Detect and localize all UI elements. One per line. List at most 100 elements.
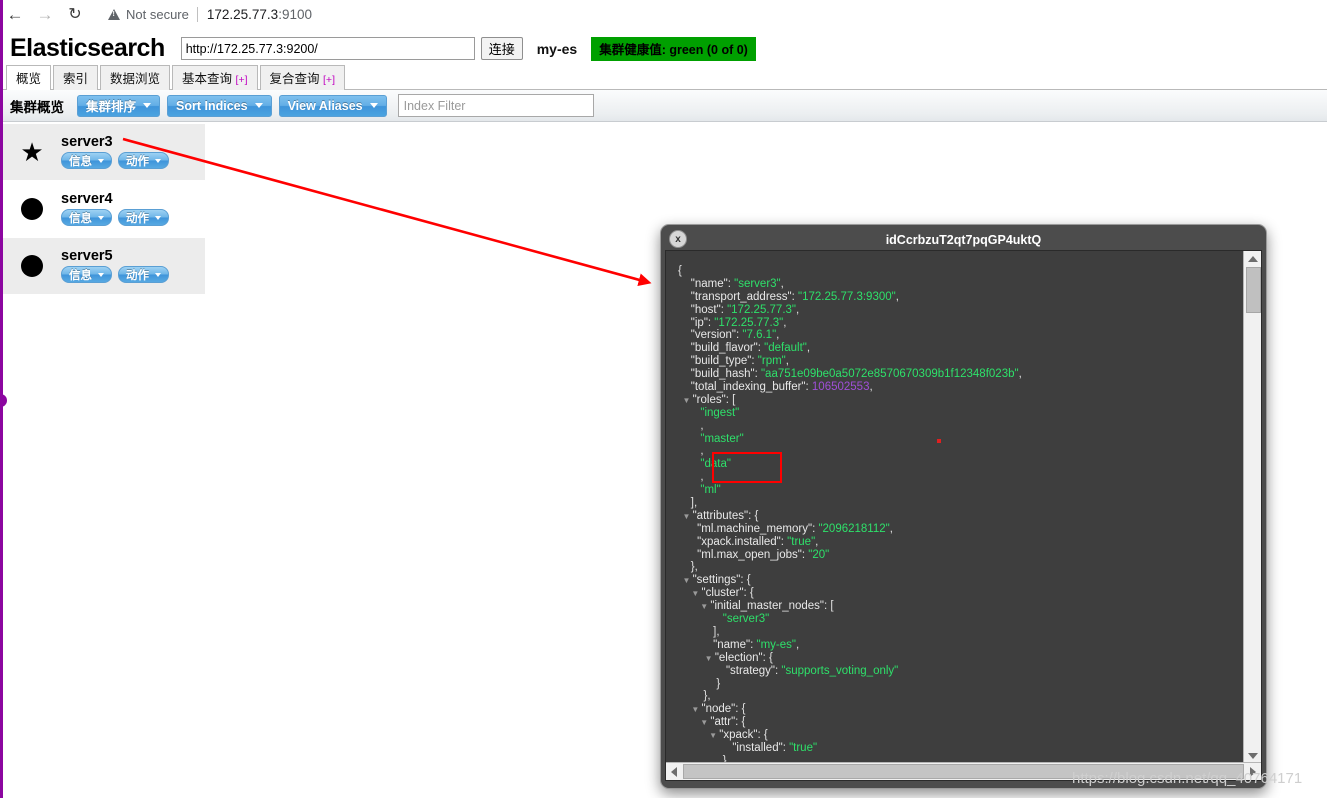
json-key: "ml.max_open_jobs": [697, 548, 802, 561]
scroll-up-button[interactable]: [1244, 251, 1261, 266]
node-name-label: server3: [61, 133, 113, 150]
connect-button[interactable]: 连接: [480, 37, 523, 60]
vertical-scroll-thumb[interactable]: [1246, 267, 1261, 313]
dialog-horizontal-scrollbar[interactable]: [666, 762, 1261, 780]
json-collapse-toggle-icon[interactable]: ▼: [678, 396, 693, 405]
json-punctuation: [678, 639, 713, 651]
json-line: "server3": [678, 613, 1244, 626]
node-actions: 信息 动作: [61, 152, 169, 170]
reload-icon: ↻: [68, 5, 82, 23]
json-key: "settings": [692, 574, 741, 587]
json-key: "election": [714, 651, 763, 664]
scroll-right-button[interactable]: [1245, 763, 1261, 780]
json-string-value: "my-es": [756, 638, 796, 651]
json-punctuation: },: [678, 561, 698, 574]
json-collapse-toggle-icon[interactable]: ▼: [678, 602, 710, 611]
json-viewer: { "name": "server3", "transport_address"…: [666, 251, 1244, 763]
circle-icon: [21, 198, 43, 220]
json-string-value: "master": [700, 432, 744, 445]
json-punctuation: : {: [735, 716, 746, 729]
node-row-server3[interactable]: ★ server3 信息 动作: [3, 124, 205, 181]
node-info-button[interactable]: 信息: [61, 266, 112, 284]
json-collapse-toggle-icon[interactable]: ▼: [678, 731, 719, 740]
sort-cluster-button[interactable]: 集群排序: [77, 94, 161, 117]
node-row-server5[interactable]: server5 信息 动作: [3, 238, 205, 295]
json-collapse-toggle-icon[interactable]: ▼: [678, 576, 693, 585]
json-line: "version": "7.6.1",: [678, 329, 1244, 342]
view-aliases-button[interactable]: View Aliases: [278, 94, 387, 117]
sort-indices-button[interactable]: Sort Indices: [167, 94, 272, 117]
json-line: "name": "server3",: [678, 278, 1244, 291]
tab-basic-query-expand-icon[interactable]: [+]: [236, 74, 248, 86]
forward-button[interactable]: →: [30, 0, 60, 29]
json-string-value: "default": [764, 342, 807, 355]
back-button[interactable]: ←: [0, 0, 30, 29]
json-line: "data": [678, 458, 1244, 471]
json-line: "installed": "true": [678, 742, 1244, 755]
tab-composite-query-expand-icon[interactable]: [+]: [323, 74, 335, 86]
json-punctuation: }: [678, 677, 721, 690]
node-info-label: 信息: [69, 212, 92, 225]
json-line: "xpack.installed": "true",: [678, 536, 1244, 549]
cluster-url-input[interactable]: [180, 37, 475, 60]
reload-button[interactable]: ↻: [60, 0, 90, 29]
tab-indices[interactable]: 索引: [53, 65, 99, 90]
json-collapse-toggle-icon[interactable]: ▼: [678, 589, 701, 598]
chevron-down-icon: [254, 103, 263, 108]
chevron-down-icon: [98, 272, 104, 277]
chevron-down-icon: [155, 215, 161, 220]
json-string-value: "server3": [722, 613, 770, 626]
close-icon[interactable]: x: [669, 230, 687, 248]
json-line: }: [678, 678, 1244, 691]
chevron-down-icon: [98, 215, 104, 220]
json-collapse-toggle-icon[interactable]: ▼: [678, 705, 701, 714]
node-action-button[interactable]: 动作: [118, 266, 169, 284]
json-key: "total_indexing_buffer": [690, 381, 806, 394]
scroll-down-button[interactable]: [1244, 748, 1261, 763]
json-string-value: "server3": [734, 277, 781, 290]
json-line: "transport_address": "172.25.77.3:9300",: [678, 291, 1244, 304]
json-punctuation: [678, 407, 700, 419]
node-action-button[interactable]: 动作: [118, 152, 169, 170]
address-bar[interactable]: Not secure 172.25.77.3:9100: [98, 3, 322, 26]
json-collapse-toggle-icon[interactable]: ▼: [678, 512, 693, 521]
dialog-titlebar[interactable]: x idCcrbzuT2qt7pqGP4uktQ: [665, 229, 1262, 250]
json-string-value: "172.25.77.3:9300": [798, 290, 896, 303]
json-punctuation: : [: [725, 393, 736, 406]
node-actions: 信息 动作: [61, 266, 169, 284]
node-row-server4[interactable]: server4 信息 动作: [3, 181, 205, 238]
node-info-button[interactable]: 信息: [61, 209, 112, 227]
json-punctuation: : [: [824, 600, 834, 613]
tab-overview[interactable]: 概览: [6, 65, 52, 90]
app-header: Elasticsearch 连接 my-es 集群健康值: green (0 o…: [0, 29, 1327, 68]
triangle-right-icon: [1250, 766, 1256, 777]
node-info-label: 信息: [69, 269, 92, 282]
scroll-left-button[interactable]: [666, 763, 682, 780]
json-key: "transport_address": [690, 290, 792, 303]
json-collapse-toggle-icon[interactable]: ▼: [678, 654, 715, 663]
url-host-text: 172.25.77.3: [206, 7, 279, 22]
json-punctuation: ,: [889, 522, 893, 535]
json-line: },: [678, 690, 1244, 703]
tab-data-browse-label: 数据浏览: [110, 72, 161, 86]
json-collapse-toggle-icon[interactable]: ▼: [678, 718, 710, 727]
tab-composite-query[interactable]: 复合查询 [+]: [259, 65, 345, 90]
horizontal-scroll-thumb[interactable]: [683, 764, 1244, 779]
node-action-button[interactable]: 动作: [118, 209, 169, 227]
dialog-vertical-scrollbar[interactable]: [1243, 251, 1261, 763]
json-punctuation: ,: [1018, 368, 1022, 381]
tab-data-browse[interactable]: 数据浏览: [100, 65, 171, 90]
tab-basic-query[interactable]: 基本查询 [+]: [172, 65, 258, 90]
chevron-down-icon: [369, 103, 378, 108]
json-key: "build_hash": [690, 368, 755, 381]
node-body: server4 信息 动作: [61, 191, 169, 227]
node-info-button[interactable]: 信息: [61, 152, 112, 170]
json-line: "build_hash": "aa751e09be0a5072e85706703…: [678, 368, 1244, 381]
cluster-toolbar: 集群概览 集群排序 Sort Indices View Aliases: [0, 90, 1327, 122]
json-key: "name": [690, 277, 728, 290]
json-key: "xpack": [719, 729, 758, 742]
json-key: "xpack.installed": [697, 535, 781, 548]
index-filter-input[interactable]: [397, 94, 594, 117]
warning-triangle-icon: [108, 9, 120, 20]
json-key: "attr": [710, 716, 736, 729]
